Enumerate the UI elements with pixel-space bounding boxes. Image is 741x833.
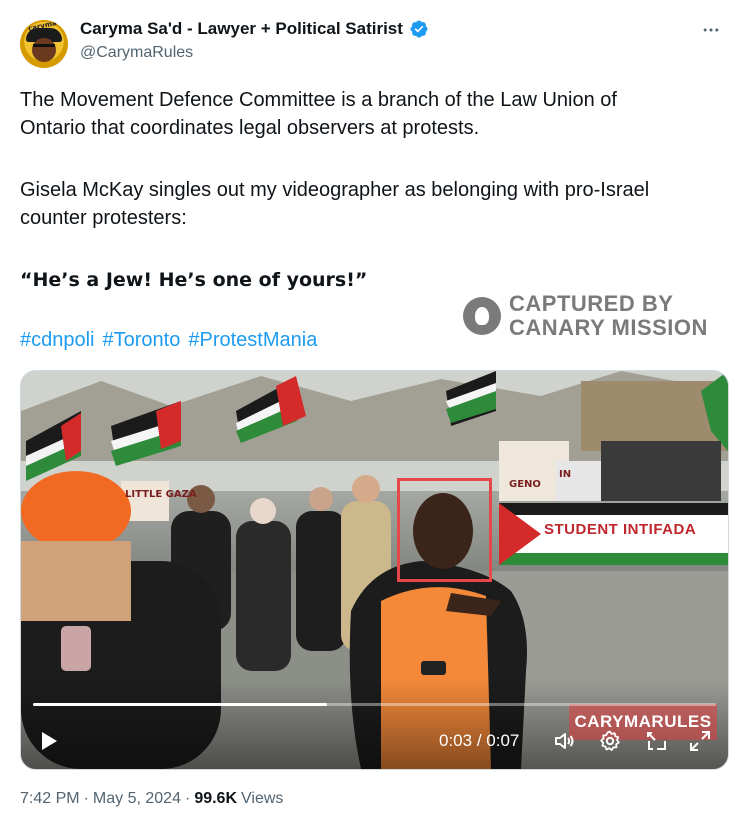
sign-text-3: IN — [559, 469, 572, 480]
author-name-row[interactable]: Caryma Sa'd - Lawyer + Political Satiris… — [80, 18, 429, 40]
author-avatar[interactable]: caryma — [20, 20, 68, 68]
banner-text: STUDENT INTIFADA — [544, 521, 697, 538]
play-button[interactable] — [35, 728, 63, 754]
avatar-glasses — [33, 44, 55, 53]
settings-button[interactable] — [595, 728, 625, 754]
highlight-box — [397, 478, 492, 582]
captured-by-stamp: CAPTURED BY CANARY MISSION — [463, 292, 708, 340]
progress-bar[interactable] — [33, 703, 716, 706]
views-label: Views — [241, 790, 284, 807]
progress-fill — [33, 703, 327, 706]
author-display-name[interactable]: Caryma Sa'd - Lawyer + Political Satiris… — [80, 19, 403, 39]
tweet-date[interactable]: May 5, 2024 — [93, 790, 181, 808]
volume-icon — [555, 733, 574, 749]
tweet-meta: 7:42 PM · May 5, 2024 · 99.6K Views — [20, 790, 283, 808]
tweet-paragraph-1: The Movement Defence Committee is a bran… — [20, 89, 617, 139]
fullscreen-button[interactable] — [685, 728, 715, 754]
tweet-quote: “He’s a Jew! He’s one of yours!” — [20, 269, 368, 291]
meta-dot-1: · — [83, 790, 89, 807]
play-icon — [42, 732, 57, 750]
stamp-line-2: CANARY MISSION — [509, 315, 708, 340]
current-time: 0:03 — [439, 731, 473, 750]
verified-badge-icon — [410, 20, 428, 38]
more-horizontal-icon[interactable] — [699, 18, 723, 42]
video-player[interactable]: STUDENT INTIFADA LITTLE GAZA GENO IN CAR… — [20, 370, 729, 770]
sign-text-2: GENO — [509, 479, 541, 490]
gear-icon — [600, 730, 620, 751]
canary-logo-icon — [463, 297, 501, 335]
views-count[interactable]: 99.6K — [194, 790, 237, 808]
more-dots-icon — [703, 28, 719, 32]
hashtag-toronto[interactable]: #Toronto — [103, 326, 181, 354]
hashtag-row: #cdnpoli #Toronto #ProtestMania — [20, 326, 317, 354]
volume-button[interactable] — [549, 728, 579, 754]
author-handle[interactable]: @CarymaRules — [80, 44, 193, 62]
sign-text-1: LITTLE GAZA — [125, 489, 197, 500]
fullscreen-icon — [690, 731, 710, 751]
hashtag-protestmania[interactable]: #ProtestMania — [188, 326, 317, 354]
hashtag-cdnpoli[interactable]: #cdnpoli — [20, 326, 95, 354]
stamp-text: CAPTURED BY CANARY MISSION — [509, 292, 708, 340]
tweet-time[interactable]: 7:42 PM — [20, 790, 80, 808]
time-separator: / — [476, 731, 482, 750]
stamp-line-1: CAPTURED BY — [509, 291, 674, 316]
picture-in-picture-button[interactable] — [642, 728, 672, 754]
pip-icon — [647, 732, 666, 750]
time-display: 0:03 / 0:07 — [439, 728, 519, 754]
tweet-paragraph-2: Gisela McKay singles out my videographer… — [20, 179, 650, 229]
meta-dot-2: · — [184, 790, 191, 807]
duration: 0:07 — [486, 731, 520, 750]
